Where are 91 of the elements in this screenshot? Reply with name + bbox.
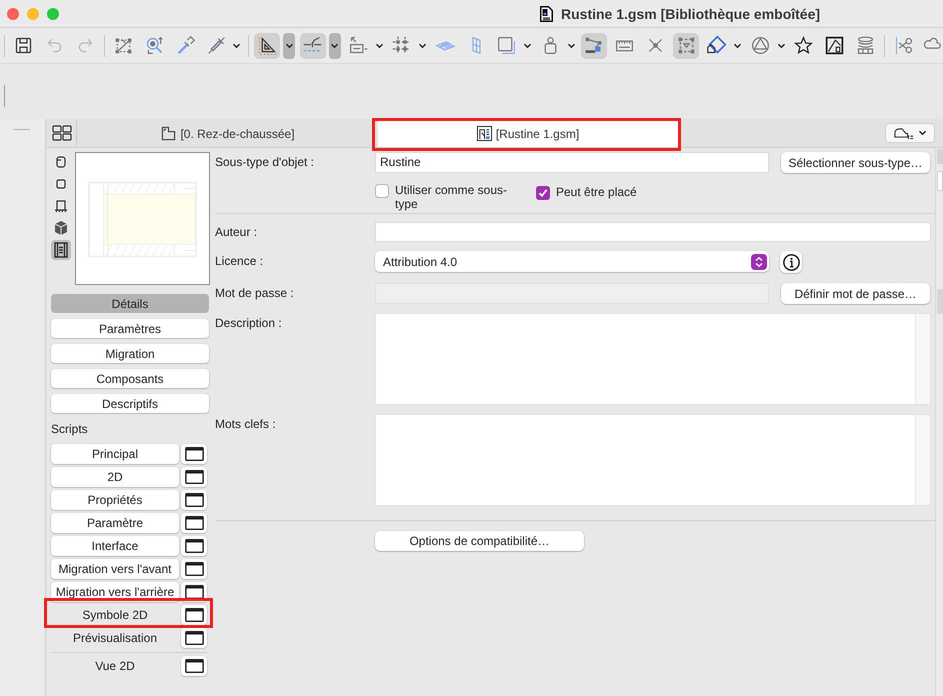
- checkbox[interactable]: [536, 186, 550, 200]
- square-icon: [496, 35, 518, 56]
- close-button[interactable]: [7, 8, 19, 20]
- chevron-icon: [418, 42, 427, 48]
- guide-line-button[interactable]: [300, 32, 326, 58]
- view-button[interactable]: Symbole 2D: [51, 605, 179, 625]
- script-button[interactable]: Principal: [51, 444, 179, 464]
- window-icon: [184, 447, 204, 461]
- chevron-icon: [374, 42, 384, 48]
- section-tab[interactable]: Composants: [51, 369, 209, 388]
- open-editor-button[interactable]: [181, 605, 207, 625]
- film-strip-icon[interactable]: [51, 240, 71, 260]
- info-icon: [782, 254, 800, 270]
- script-button[interactable]: Migration vers l'avant: [51, 559, 179, 579]
- polyline-button[interactable]: [580, 32, 607, 58]
- selection-frame-button[interactable]: [673, 32, 699, 58]
- document-tab[interactable]: [0. Rez-de-chaussée]: [78, 120, 378, 147]
- script-button[interactable]: Interface: [51, 536, 179, 556]
- dropdown-button[interactable]: [328, 32, 340, 58]
- open-editor-button[interactable]: [181, 656, 207, 676]
- dropdown-button[interactable]: [283, 32, 295, 58]
- house-icon: [824, 35, 845, 56]
- diamond-icon: [706, 35, 728, 56]
- chevron-icon: [918, 130, 926, 136]
- script-button[interactable]: 2D: [51, 467, 179, 487]
- description-label: Description :: [215, 315, 283, 332]
- view-options-button[interactable]: [885, 123, 935, 143]
- script-button[interactable]: Propriétés: [51, 490, 179, 510]
- section-tab[interactable]: Descriptifs: [51, 394, 209, 413]
- select-subtype-button[interactable]: Sélectionner sous-type…: [781, 152, 930, 173]
- author-field[interactable]: [375, 222, 931, 242]
- window-icon: [184, 470, 204, 484]
- window-icon: [184, 631, 204, 645]
- stepper-icon: [751, 254, 767, 270]
- floor-plan-icon: [161, 126, 176, 141]
- scripts-heading: Scripts: [51, 422, 88, 436]
- open-editor-button[interactable]: [181, 628, 207, 648]
- layout-grid-icon[interactable]: [52, 125, 72, 141]
- window-icon: [184, 516, 204, 530]
- chevron-icon: [776, 42, 786, 48]
- set-square-button[interactable]: [254, 32, 280, 58]
- window-icon: [184, 493, 204, 507]
- syringe-icon: [206, 35, 226, 56]
- subtype-field[interactable]: Rustine: [375, 152, 769, 173]
- compatibility-options-button[interactable]: Options de compatibilité…: [375, 531, 584, 551]
- license-label: Licence :: [215, 253, 264, 270]
- star-icon: [793, 35, 814, 56]
- object-icon: [476, 126, 492, 141]
- window-icon: [184, 659, 204, 673]
- set-square-icon: [256, 35, 278, 56]
- password-label: Mot de passe :: [215, 285, 295, 302]
- section-tab[interactable]: Paramètres: [51, 319, 209, 338]
- window-icon: [184, 539, 204, 553]
- polyline-icon: [583, 35, 604, 56]
- author-label: Auteur :: [215, 224, 258, 241]
- chevron-icon: [733, 42, 742, 48]
- description-field[interactable]: [375, 313, 931, 405]
- window-icon: [184, 608, 204, 622]
- chevron-icon: [284, 42, 294, 48]
- section-tab[interactable]: Migration: [51, 344, 209, 363]
- view-button[interactable]: Vue 2D: [51, 656, 179, 676]
- open-editor-button[interactable]: [181, 490, 207, 510]
- shape-icon: [894, 126, 914, 140]
- license-select[interactable]: Attribution 4.0: [375, 251, 769, 272]
- open-editor-button[interactable]: [181, 513, 207, 533]
- section-tab[interactable]: Détails: [51, 294, 209, 313]
- open-editor-button[interactable]: [181, 467, 207, 487]
- chevron-icon: [232, 42, 242, 48]
- chevron-icon: [566, 42, 576, 48]
- open-editor-button[interactable]: [181, 444, 207, 464]
- selection-frame-icon: [676, 35, 696, 56]
- keywords-label: Mots clefs :: [215, 416, 277, 433]
- coordinates-icon: [348, 35, 369, 56]
- script-button[interactable]: Paramètre: [51, 513, 179, 533]
- keywords-field[interactable]: [375, 414, 931, 506]
- file-icon: [540, 6, 553, 22]
- checkbox-label: Peut être placé: [556, 185, 637, 199]
- window-icon: [184, 585, 204, 599]
- checkbox-label: Utiliser comme sous-type: [395, 183, 508, 211]
- window-title: Rustine 1.gsm [Bibliothèque emboîtée]: [561, 6, 820, 22]
- open-editor-button[interactable]: [181, 559, 207, 579]
- window-icon: [184, 562, 204, 576]
- magnifier-icon: [144, 35, 165, 56]
- scissors-icon: [893, 35, 914, 56]
- view-button[interactable]: Prévisualisation: [51, 628, 179, 648]
- chevron-icon: [523, 42, 532, 48]
- info-button[interactable]: [780, 251, 802, 273]
- open-editor-button[interactable]: [181, 536, 207, 556]
- subtype-label: Sous-type d'objet :: [215, 154, 316, 171]
- chevron-icon: [330, 42, 339, 48]
- checkbox[interactable]: [375, 184, 389, 198]
